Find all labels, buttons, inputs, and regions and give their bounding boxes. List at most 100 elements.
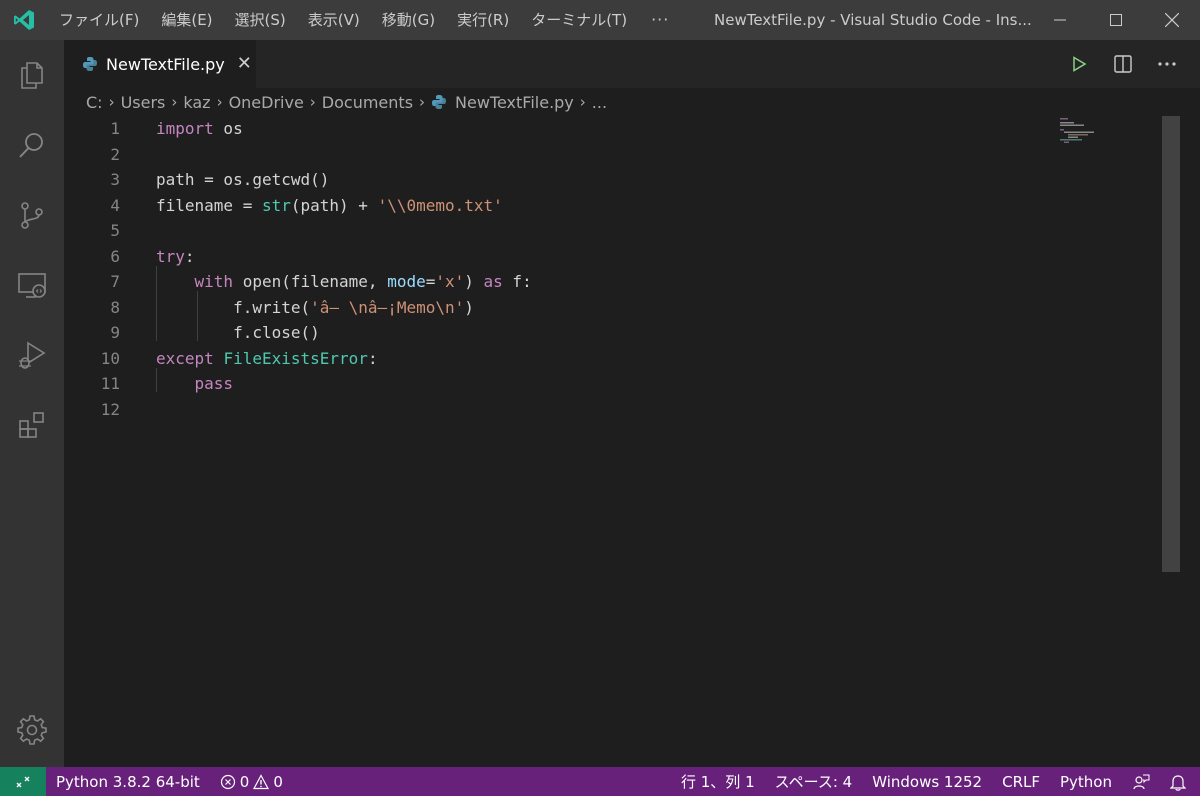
ellipsis-icon	[1158, 62, 1176, 66]
search-button[interactable]	[0, 110, 64, 180]
code-token: as	[483, 272, 503, 291]
line-number: 10	[100, 348, 120, 368]
run-python-file-button[interactable]	[1062, 47, 1096, 81]
feedback-button[interactable]	[1122, 773, 1160, 791]
breadcrumb-item[interactable]: C:	[86, 93, 103, 112]
notifications-button[interactable]	[1160, 773, 1200, 791]
code-token: FileExistsError	[223, 348, 368, 368]
settings-gear-icon	[17, 715, 47, 745]
python-file-icon	[83, 57, 97, 71]
code-line: filename = str(path) + '\\0memo.txt'	[156, 193, 503, 218]
language-mode[interactable]: Python	[1050, 773, 1122, 791]
indentation[interactable]: スペース: 4	[765, 771, 863, 792]
menu-item[interactable]: ターミナル(T)	[520, 0, 638, 40]
remote-explorer-icon	[18, 273, 46, 298]
chevron-right-icon: ›	[579, 93, 586, 111]
code-token: try	[156, 246, 185, 266]
play-icon	[1073, 56, 1087, 72]
chevron-right-icon: ›	[419, 93, 426, 111]
warning-count: 0	[273, 772, 283, 791]
breadcrumb: C: › Users › kaz › OneDrive › Documents › NewTextF…	[64, 88, 1200, 116]
search-icon	[19, 133, 43, 158]
code-token: import	[156, 119, 214, 138]
cursor-position[interactable]: 行 1、列 1	[671, 771, 765, 792]
code-token: f:	[502, 272, 532, 291]
menu-item[interactable]: 実行(R)	[446, 0, 520, 40]
menu-item[interactable]: ファイル(F)	[48, 0, 150, 40]
maximize-button[interactable]	[1088, 0, 1144, 40]
code-line: import os	[156, 116, 243, 141]
menu-item[interactable]: 編集(E)	[150, 0, 223, 40]
code-token: )	[464, 297, 474, 317]
breadcrumb-file[interactable]: NewTextFile.py	[431, 93, 574, 112]
run-debug-icon	[19, 341, 46, 369]
more-actions-button[interactable]	[1150, 47, 1184, 81]
remote-explorer-button[interactable]	[0, 250, 64, 320]
remote-indicator-button[interactable]	[0, 767, 46, 796]
code-token: path	[156, 170, 195, 189]
code-line: f.close()	[156, 320, 320, 345]
code-token: filename =	[156, 195, 262, 215]
menu-item[interactable]: 表示(V)	[297, 0, 371, 40]
encoding-label: Windows 1252	[872, 772, 983, 791]
code-token: 'x'	[435, 272, 465, 291]
bell-icon	[1170, 774, 1186, 791]
breadcrumb-item[interactable]: kaz	[183, 93, 210, 112]
code-line: f.write('â– \nâ–¡Memo\n')	[156, 295, 474, 320]
cursor-position-label: 行 1、列 1	[681, 773, 755, 791]
run-debug-button[interactable]	[0, 320, 64, 390]
minimap[interactable]	[1060, 116, 1180, 767]
breadcrumb-more[interactable]: ...	[592, 93, 607, 112]
explorer-button[interactable]	[0, 40, 64, 110]
code-line: with open(filename, mode='x') as f:	[156, 269, 532, 294]
maximize-icon	[1110, 14, 1122, 26]
code-token: f.close()	[156, 323, 320, 342]
tab-newtextfile[interactable]: NewTextFile.py ✕	[64, 40, 256, 88]
menu-more[interactable]: ···	[638, 0, 682, 40]
tab-close-icon[interactable]: ✕	[237, 55, 252, 73]
code-token: = os.	[194, 170, 253, 189]
chevron-right-icon: ›	[108, 93, 115, 111]
extensions-icon	[19, 412, 44, 438]
split-editor-button[interactable]	[1106, 47, 1140, 81]
code-line: except FileExistsError:	[156, 346, 378, 371]
code-line: path = os.getcwd()	[156, 167, 329, 192]
code-editor[interactable]: 1 2 3 4 5 6 7 8 9 10 11 12 import os path = os.getcw…	[64, 116, 1200, 767]
interpreter-label: Python 3.8.2 64-bit	[56, 772, 200, 791]
menu-item[interactable]: 移動(G)	[371, 0, 446, 40]
minimize-button[interactable]	[1032, 0, 1088, 40]
line-number: 3	[110, 170, 120, 189]
code-token: (path) +	[290, 195, 378, 215]
tab-label: NewTextFile.py	[106, 54, 225, 74]
breadcrumb-item[interactable]: OneDrive	[229, 93, 304, 112]
vscode-logo-icon[interactable]	[0, 0, 48, 40]
breadcrumb-item[interactable]: Documents	[322, 93, 413, 112]
manage-settings-button[interactable]	[0, 695, 64, 765]
line-number: 2	[110, 144, 120, 164]
eol-label: CRLF	[1002, 772, 1040, 791]
python-interpreter[interactable]: Python 3.8.2 64-bit	[46, 773, 210, 791]
extensions-button[interactable]	[0, 390, 64, 460]
error-count: 0	[239, 772, 250, 791]
code-token: except	[156, 348, 214, 368]
chevron-right-icon: ›	[216, 93, 223, 111]
encoding[interactable]: Windows 1252	[862, 773, 992, 791]
code-token: :	[184, 246, 195, 266]
title-bar: ファイル(F) 編集(E) 選択(S) 表示(V) 移動(G) 実行(R) ターミナル(T)…	[0, 0, 1200, 40]
code-token: str	[261, 195, 291, 215]
code-token: open(filename,	[233, 272, 388, 291]
editor-actions	[1062, 40, 1184, 88]
breadcrumb-item[interactable]: Users	[121, 93, 166, 112]
end-of-line[interactable]: CRLF	[992, 773, 1050, 791]
source-control-button[interactable]	[0, 180, 64, 250]
close-icon	[1165, 13, 1179, 27]
problems-indicator[interactable]: 0 0	[210, 773, 293, 791]
code-token: :	[367, 348, 378, 368]
menu-item[interactable]: 選択(S)	[224, 0, 297, 40]
status-bar: Python 3.8.2 64-bit 0 0 行 1、列 1 スペース: 4 …	[0, 767, 1200, 796]
window-title: NewTextFile.py - Visual Studio Code - In…	[714, 11, 1032, 29]
close-window-button[interactable]	[1144, 0, 1200, 40]
vertical-scrollbar[interactable]	[1162, 116, 1180, 572]
warning-icon	[253, 773, 270, 789]
